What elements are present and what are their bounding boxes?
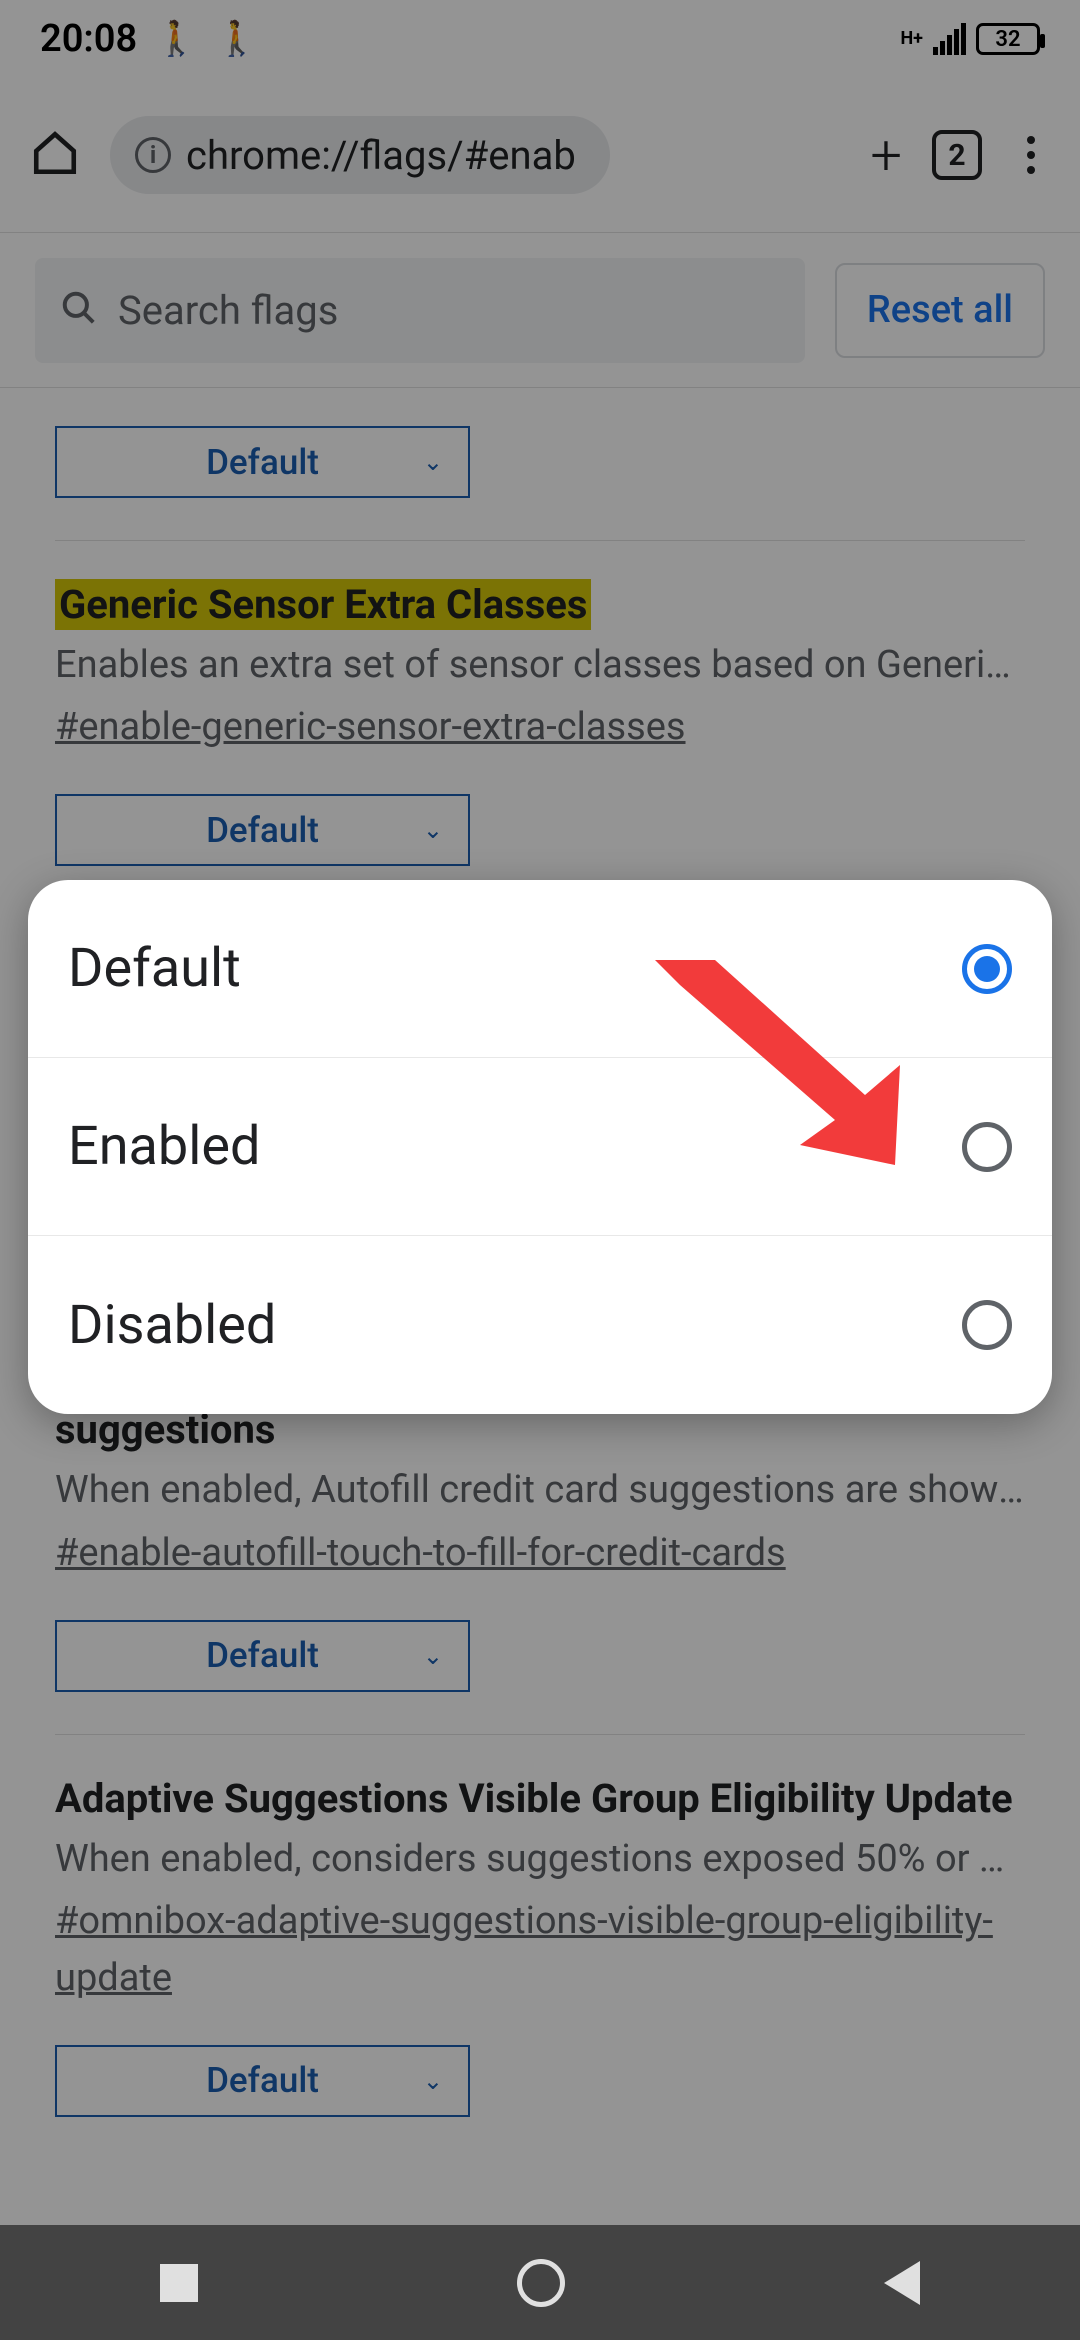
system-nav-bar (0, 2225, 1080, 2340)
back-button[interactable] (884, 2261, 920, 2305)
radio-selected-icon (962, 944, 1012, 994)
dialog-option-enabled[interactable]: Enabled (28, 1058, 1052, 1236)
radio-unselected-icon (962, 1122, 1012, 1172)
home-button[interactable] (517, 2259, 565, 2307)
radio-unselected-icon (962, 1300, 1012, 1350)
recents-button[interactable] (160, 2264, 198, 2302)
dialog-option-default[interactable]: Default (28, 880, 1052, 1058)
dialog-option-disabled[interactable]: Disabled (28, 1236, 1052, 1414)
flag-options-dialog: Default Enabled Disabled (28, 880, 1052, 1414)
